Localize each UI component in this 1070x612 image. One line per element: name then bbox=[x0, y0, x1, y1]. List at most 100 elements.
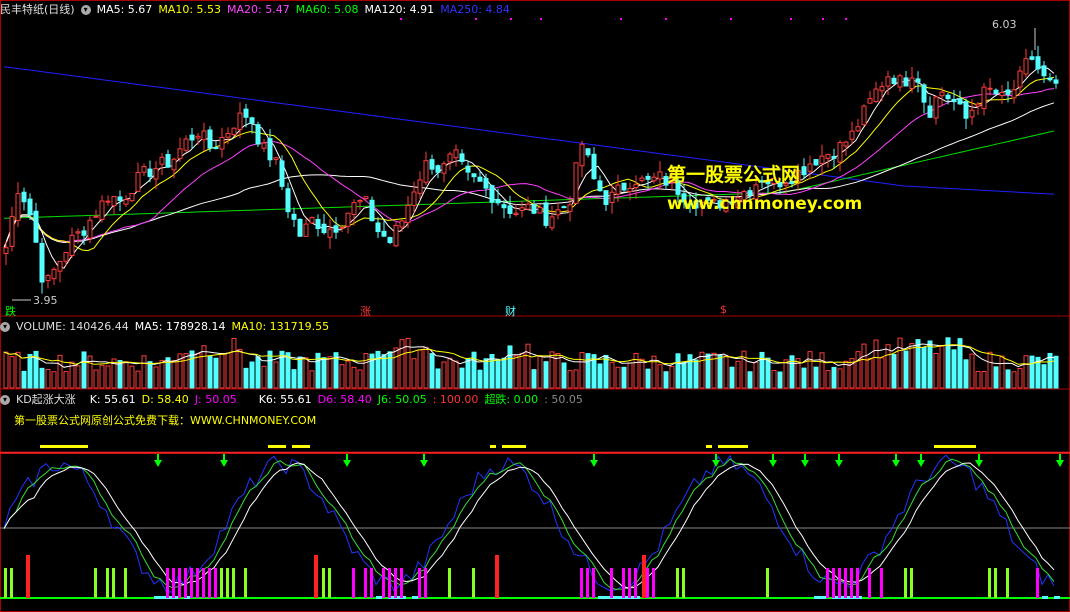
candle-body bbox=[843, 141, 849, 147]
volume-bar bbox=[903, 350, 909, 389]
chart-canvas[interactable] bbox=[0, 0, 1070, 612]
mark-zhang: 涨 bbox=[360, 305, 371, 318]
signal-dot bbox=[790, 18, 792, 20]
candle-body bbox=[393, 224, 399, 247]
kd-signal-bar bbox=[220, 568, 223, 598]
volume-bar bbox=[387, 351, 393, 389]
candle-body bbox=[1035, 56, 1041, 70]
ma5-label: MA5: 5.67 bbox=[96, 3, 153, 16]
kd-signal-bar bbox=[988, 568, 991, 598]
ma120-line bbox=[3, 102, 1055, 249]
sell-arrow-icon bbox=[801, 454, 809, 467]
candle-body bbox=[837, 142, 843, 163]
promo-text: 第一股票公式网原创公式免费下载：WWW.CHNMONEY.COM bbox=[14, 414, 317, 427]
volume-bar bbox=[141, 355, 147, 389]
kd-signal-bar bbox=[448, 568, 451, 598]
volume-bar bbox=[651, 355, 657, 389]
kd-oversold-mark bbox=[820, 596, 826, 599]
kd-signal-bar bbox=[382, 568, 385, 598]
volume-bar bbox=[909, 343, 915, 389]
candle-body bbox=[645, 175, 651, 180]
candle-body bbox=[1011, 89, 1017, 99]
volume-bar bbox=[441, 361, 447, 389]
kd-signal-bar bbox=[226, 568, 229, 598]
volume-bar bbox=[81, 351, 87, 389]
volume-bar bbox=[207, 355, 213, 389]
candle-body bbox=[429, 159, 435, 170]
kd-signal-bar bbox=[190, 568, 193, 598]
high-price-label: 6.03 bbox=[992, 18, 1017, 31]
volume-bar bbox=[669, 366, 675, 389]
candle-body bbox=[567, 204, 573, 212]
kd-signal-bar bbox=[592, 568, 595, 598]
dropdown-icon[interactable]: ▾ bbox=[80, 5, 91, 15]
volume-bar bbox=[951, 349, 957, 389]
candle-body bbox=[363, 196, 369, 200]
volume-bar bbox=[447, 357, 453, 389]
kd-overbought-mark bbox=[946, 445, 952, 448]
candle-body bbox=[1053, 79, 1059, 84]
volume-bar bbox=[99, 364, 105, 389]
kd-overbought-mark bbox=[724, 445, 730, 448]
candle-body bbox=[849, 130, 855, 140]
kd-overbought-mark bbox=[76, 445, 82, 448]
kd-signal-bar bbox=[856, 568, 859, 598]
kd-signal-bar bbox=[172, 568, 175, 598]
kd-overbought-mark bbox=[40, 445, 46, 448]
volume-bar bbox=[489, 353, 495, 389]
kd-overbought-mark bbox=[64, 445, 70, 448]
volume-bar bbox=[183, 353, 189, 389]
candle-body bbox=[21, 191, 27, 203]
candle-body bbox=[519, 207, 525, 211]
volume-bar bbox=[639, 358, 645, 389]
candle-body bbox=[351, 202, 357, 215]
volume-bar bbox=[147, 361, 153, 389]
kd-signal-bar bbox=[622, 568, 625, 598]
volume-bar bbox=[747, 371, 753, 389]
candle-body bbox=[267, 138, 273, 161]
volume-bar bbox=[603, 354, 609, 389]
candle-body bbox=[183, 138, 189, 151]
volume-bar bbox=[1047, 352, 1053, 389]
volume-bar bbox=[471, 351, 477, 389]
candle-body bbox=[975, 103, 981, 107]
candle-body bbox=[957, 98, 963, 105]
dropdown-icon[interactable]: ▾ bbox=[0, 395, 10, 405]
volume-bar bbox=[615, 366, 621, 389]
volume-bar bbox=[159, 360, 165, 389]
volume-bar bbox=[27, 353, 33, 389]
kd-signal-bar bbox=[214, 568, 217, 598]
candle-body bbox=[129, 192, 135, 202]
kd-signal-bar bbox=[394, 568, 397, 598]
kd-signal-bar bbox=[1036, 568, 1039, 598]
volume-bar bbox=[633, 352, 639, 389]
candle-body bbox=[855, 126, 861, 132]
kd-signal-bar bbox=[4, 568, 7, 598]
volume-bar bbox=[243, 367, 249, 389]
candle-body bbox=[531, 204, 537, 214]
volume-bar bbox=[363, 353, 369, 389]
candle-body bbox=[3, 247, 9, 254]
volume-bar bbox=[783, 359, 789, 389]
kd-v50: : 50.05 bbox=[544, 393, 583, 406]
volume-bar bbox=[195, 352, 201, 389]
kd-overbought-mark bbox=[502, 445, 508, 448]
candle-body bbox=[441, 163, 447, 174]
kd-buy-bar bbox=[495, 555, 499, 598]
volume-bar bbox=[987, 351, 993, 389]
kd-buy-bar bbox=[642, 555, 646, 598]
kd-signal-bar bbox=[244, 568, 247, 598]
kd-signal-bar bbox=[208, 568, 211, 598]
dropdown-icon[interactable]: ▾ bbox=[0, 322, 10, 332]
volume-bar bbox=[657, 364, 663, 389]
volume-bar bbox=[963, 359, 969, 389]
volume-bar bbox=[831, 366, 837, 389]
candle-body bbox=[321, 223, 327, 234]
volume-bar bbox=[801, 367, 807, 389]
candle-body bbox=[225, 133, 231, 138]
volume-bar bbox=[399, 339, 405, 389]
candle-body bbox=[633, 183, 639, 189]
candle-body bbox=[165, 153, 171, 168]
candle-body bbox=[345, 212, 351, 227]
candle-body bbox=[477, 176, 483, 182]
